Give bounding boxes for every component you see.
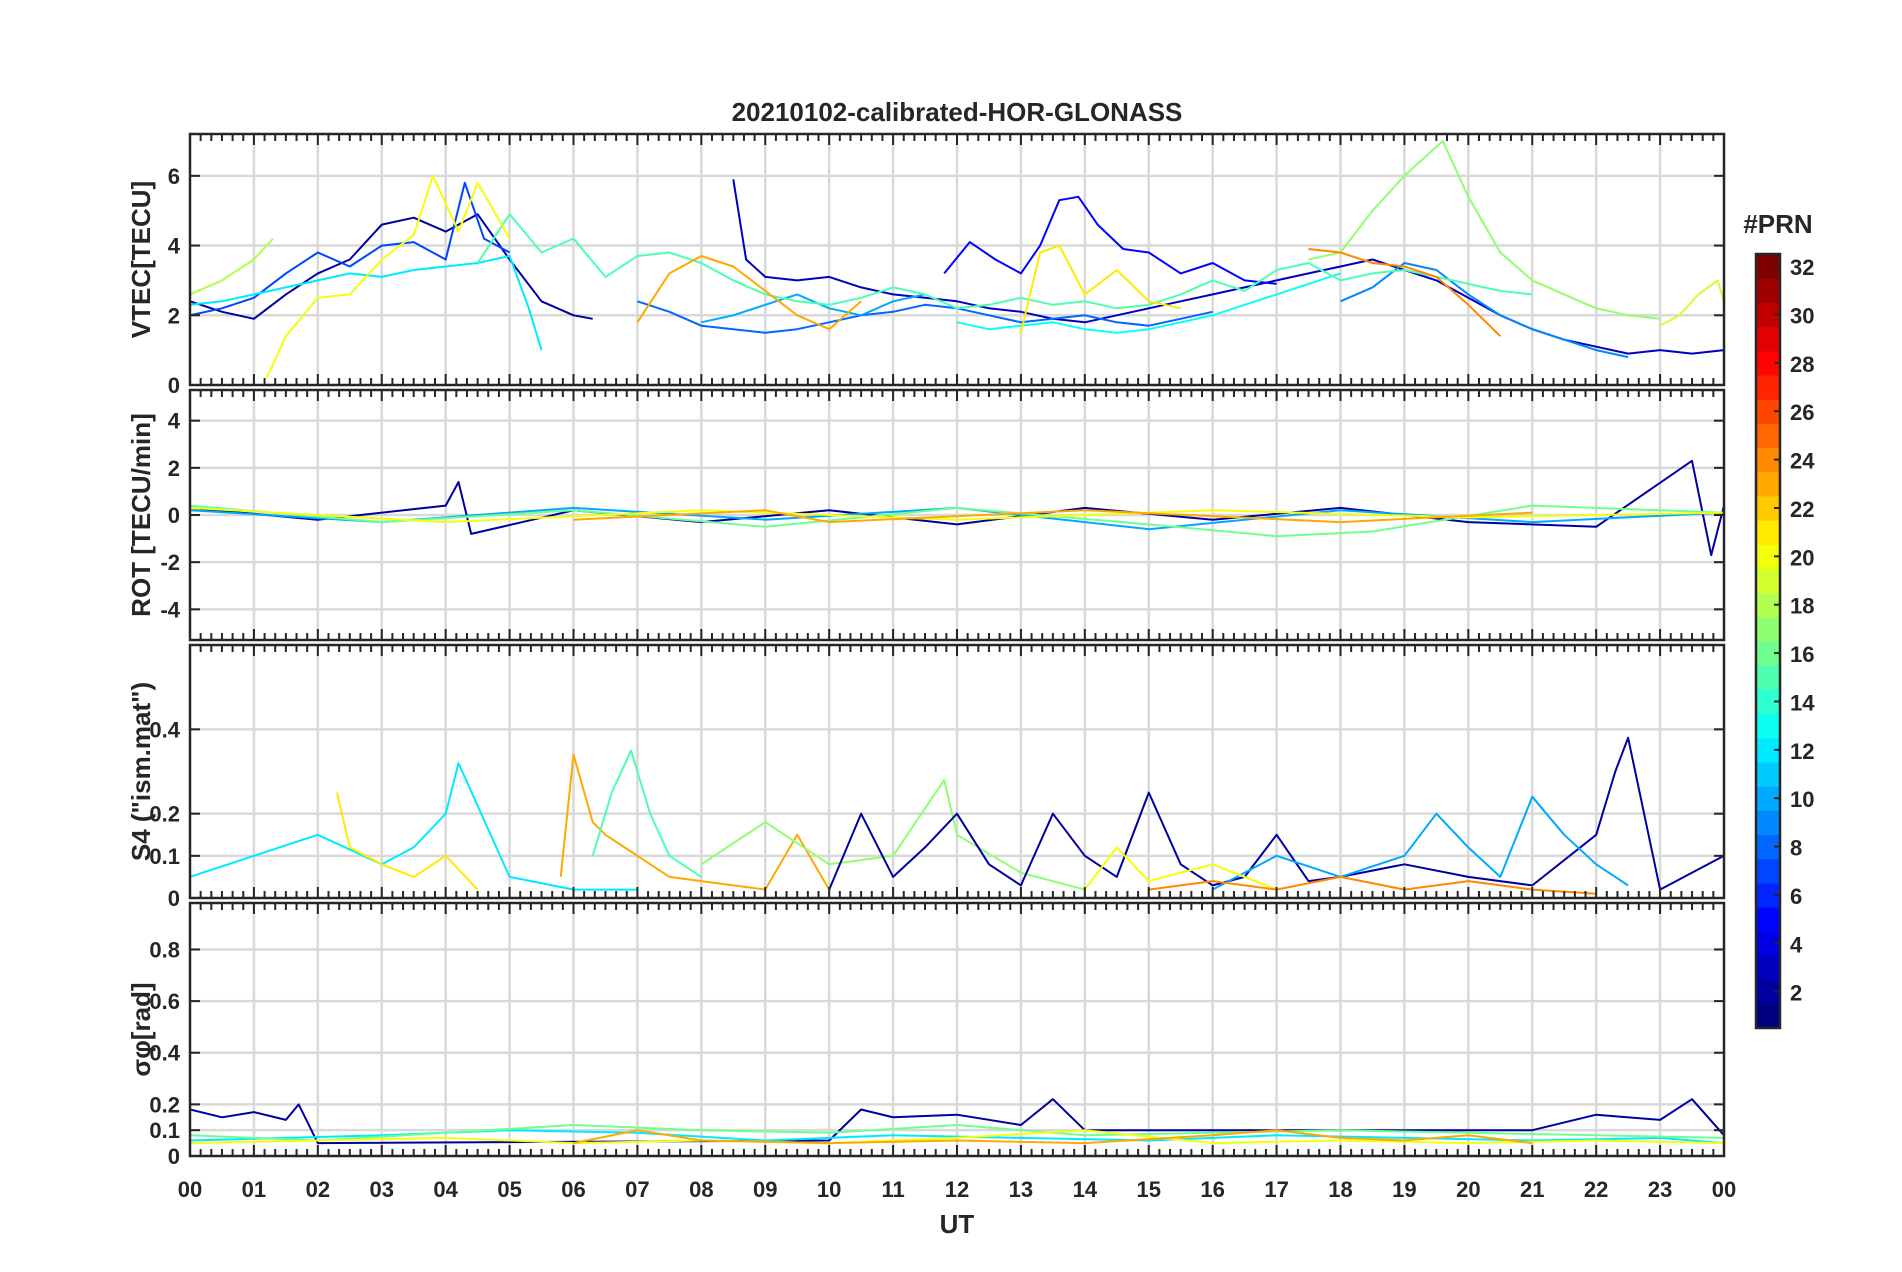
x-tick-label: 00 [1712,1177,1736,1202]
x-tick-label: 17 [1264,1177,1288,1202]
colorbar-tick-label: 30 [1790,303,1814,328]
colorbar-segment [1756,568,1780,594]
colorbar-segment [1756,520,1780,545]
y-tick-label: 2 [168,303,180,328]
y-tick-label: 0.1 [149,1118,180,1143]
colorbar-segment [1756,955,1780,981]
colorbar-segment [1756,326,1780,352]
y-tick-label: 0 [168,503,180,528]
colorbar-tick-label: 4 [1790,932,1803,957]
y-tick-label: 2 [168,456,180,481]
rot-panel: -4 -2 0 2 4 ROT [TECU/min] [126,388,1726,642]
colorbar-tick-label: 10 [1790,787,1814,812]
x-tick-label: 11 [881,1177,904,1202]
sigma-phi-panel: 00.10.20.40.60.8σφ[rad] [126,901,1726,1169]
x-axis-ticks: 00 01 02 03 04 05 06 07 08 09 10 11 12 13 14 15 16 17 18 19… [178,1177,1736,1202]
x-tick-label: 23 [1648,1177,1672,1202]
x-tick-label: 15 [1137,1177,1161,1202]
colorbar-segment [1756,858,1780,884]
x-tick-label: 10 [817,1177,841,1202]
y-tick-label: 0 [168,373,180,398]
vtec-panel: 0 2 4 6 VTEC[TECU] [126,132,1726,398]
x-tick-label: 02 [306,1177,330,1202]
colorbar-tick-label: 32 [1790,255,1814,280]
y-tick-label: 0.2 [149,1092,180,1117]
colorbar-tick-label: 12 [1790,739,1814,764]
colorbar-segment [1756,374,1780,400]
colorbar-tick-label: 8 [1790,836,1802,861]
x-tick-label: 22 [1584,1177,1608,1202]
colorbar-segment [1756,471,1780,497]
colorbar-segment [1756,423,1780,449]
chart-title: 20210102-calibrated-HOR-GLONASS [732,97,1183,127]
x-tick-label: 13 [1009,1177,1033,1202]
x-tick-label: 03 [370,1177,394,1202]
colorbar-label: #PRN [1743,209,1812,239]
colorbar-segment [1756,761,1780,787]
colorbar-tick-label: 16 [1790,642,1814,667]
y-tick-label: 0.8 [149,937,180,962]
colorbar-tick-label: 6 [1790,884,1802,909]
x-tick-label: 12 [945,1177,969,1202]
colorbar-tick-label: 28 [1790,352,1814,377]
colorbar-tick-label: 14 [1790,690,1815,715]
x-tick-label: 14 [1073,1177,1098,1202]
colorbar-segment [1756,278,1780,303]
x-tick-label: 08 [689,1177,713,1202]
y-tick-label: -2 [160,550,180,575]
y-tick-label: -4 [160,597,180,622]
y-tick-label: 0 [168,1144,180,1169]
x-tick-label: 07 [625,1177,649,1202]
colorbar-segment [1756,907,1780,932]
x-tick-label: 20 [1456,1177,1480,1202]
x-tick-label: 06 [561,1177,585,1202]
colorbar-segment [1756,713,1780,739]
y-axis-label: σφ[rad] [126,982,156,1076]
y-axis-label: S4 ("ism.mat") [126,682,156,861]
colorbar-tick-label: 20 [1790,545,1814,570]
colorbar-segment [1756,616,1780,642]
y-axis-label: ROT [TECU/min] [126,413,156,617]
x-tick-label: 21 [1520,1177,1544,1202]
colorbar-tick-label: 18 [1790,594,1814,619]
ionosphere-figure: 20210102-calibrated-HOR-GLONASS 0246VTEC… [126,97,1815,1239]
x-tick-label: 19 [1392,1177,1416,1202]
y-tick-label: 4 [168,409,181,434]
y-axis-label: VTEC[TECU] [126,181,156,338]
colorbar-tick-label: 26 [1790,400,1814,425]
y-tick-label: 6 [168,164,180,189]
colorbar-tick-label: 22 [1790,497,1814,522]
x-tick-label: 04 [433,1177,458,1202]
colorbar-segment [1756,665,1780,690]
x-axis-label: UT [940,1209,975,1239]
colorbar-segment [1756,1003,1780,1029]
y-tick-label: 0 [168,886,180,911]
y-tick-label: 4 [168,234,181,259]
colorbar-tick-label: 24 [1790,449,1815,474]
colorbar-segment [1756,810,1780,836]
x-tick-label: 09 [753,1177,777,1202]
colorbar: 2468101214161820222426283032 [1754,252,1815,1030]
x-tick-label: 18 [1328,1177,1352,1202]
x-tick-label: 16 [1200,1177,1224,1202]
x-tick-label: 01 [242,1177,266,1202]
x-tick-label: 00 [178,1177,202,1202]
s4-panel: 00.10.20.4S4 ("ism.mat") [126,643,1726,911]
colorbar-tick-label: 2 [1790,981,1802,1006]
x-tick-label: 05 [497,1177,521,1202]
